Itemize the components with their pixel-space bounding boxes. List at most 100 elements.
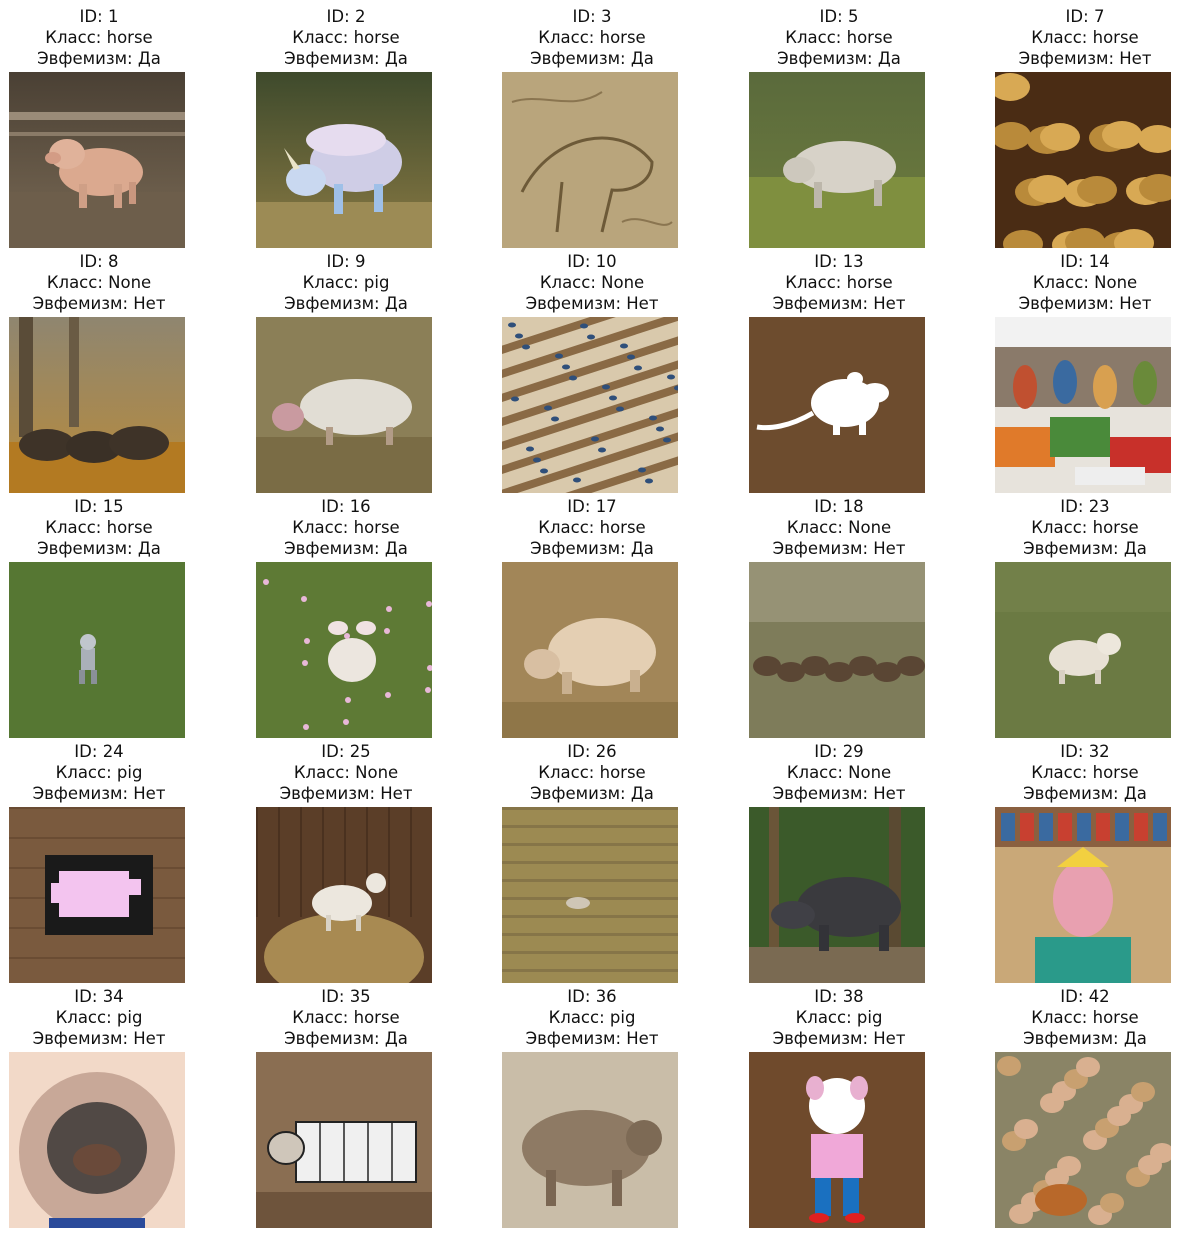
caption-id-value: 42 (1088, 987, 1110, 1006)
caption-euphemism: Эвфемизм: Нет (0, 293, 199, 314)
caption-id-value: 8 (107, 252, 119, 271)
caption-class-value: horse (846, 273, 893, 292)
caption-id: ID: 18 (739, 496, 939, 517)
caption-id: ID: 5 (739, 6, 939, 27)
caption-id-value: 24 (102, 742, 124, 761)
grid-cell: ID: 36 Класс: pig Эвфемизм: Нет (492, 986, 692, 1228)
caption-id-value: 16 (349, 497, 371, 516)
caption-id-value: 7 (1093, 7, 1105, 26)
caption-class-value: horse (1092, 518, 1139, 537)
caption-id-prefix: ID: (567, 987, 596, 1006)
grid-cell: ID: 35 Класс: horse Эвфемизм: Да (246, 986, 446, 1228)
caption-id: ID: 35 (246, 986, 446, 1007)
caption-class-prefix: Класс: (1031, 518, 1093, 537)
caption-euphemism: Эвфемизм: Да (246, 293, 446, 314)
caption-class: Класс: horse (739, 27, 939, 48)
cell-caption: ID: 10 Класс: None Эвфемизм: Нет (492, 251, 692, 317)
caption-class-prefix: Класс: (302, 273, 364, 292)
caption-class-prefix: Класс: (292, 1008, 354, 1027)
caption-euphemism: Эвфемизм: Нет (985, 293, 1181, 314)
caption-euphemism-value: Да (384, 294, 408, 313)
grid-cell: ID: 32 Класс: horse Эвфемизм: Да (985, 741, 1181, 983)
thumbnail-image (995, 562, 1171, 738)
caption-euphemism: Эвфемизм: Да (739, 48, 939, 69)
caption-class: Класс: None (246, 762, 446, 783)
caption-euphemism: Эвфемизм: Да (985, 1028, 1181, 1049)
caption-class-value: pig (116, 1008, 143, 1027)
caption-euphemism-prefix: Эвфемизм: (284, 49, 385, 68)
caption-id-value: 36 (595, 987, 617, 1006)
caption-id: ID: 32 (985, 741, 1181, 762)
caption-class-value: pig (856, 1008, 883, 1027)
caption-id-value: 5 (847, 7, 859, 26)
grid-cell: ID: 15 Класс: horse Эвфемизм: Да (0, 496, 199, 738)
caption-id-value: 2 (354, 7, 366, 26)
caption-class-prefix: Класс: (786, 518, 849, 537)
caption-euphemism-prefix: Эвфемизм: (525, 294, 627, 313)
caption-class-value: None (601, 273, 645, 292)
caption-class-prefix: Класс: (785, 273, 847, 292)
caption-euphemism-prefix: Эвфемизм: (777, 49, 878, 68)
grid-cell: ID: 26 Класс: horse Эвфемизм: Да (492, 741, 692, 983)
cell-caption: ID: 38 Класс: pig Эвфемизм: Нет (739, 986, 939, 1052)
caption-euphemism-value: Да (137, 49, 161, 68)
caption-class: Класс: pig (739, 1007, 939, 1028)
caption-class-value: horse (1092, 763, 1139, 782)
caption-id: ID: 36 (492, 986, 692, 1007)
caption-id-prefix: ID: (1060, 742, 1089, 761)
thumbnail-image (749, 562, 925, 738)
grid-cell: ID: 10 Класс: None Эвфемизм: Нет (492, 251, 692, 493)
cell-caption: ID: 23 Класс: horse Эвфемизм: Да (985, 496, 1181, 562)
caption-class-value: pig (363, 273, 390, 292)
caption-class-prefix: Класс: (1031, 763, 1093, 782)
caption-euphemism: Эвфемизм: Нет (0, 783, 199, 804)
caption-euphemism-value: Да (630, 49, 654, 68)
grid-cell: ID: 2 Класс: horse Эвфемизм: Да (246, 6, 446, 248)
thumbnail-image (502, 1052, 678, 1228)
caption-id-prefix: ID: (814, 742, 843, 761)
caption-euphemism: Эвфемизм: Да (0, 538, 199, 559)
caption-id: ID: 24 (0, 741, 199, 762)
caption-id-prefix: ID: (1060, 987, 1089, 1006)
caption-class: Класс: horse (0, 517, 199, 538)
caption-euphemism-value: Нет (626, 1029, 659, 1048)
caption-class-value: horse (1092, 28, 1139, 47)
cell-caption: ID: 26 Класс: horse Эвфемизм: Да (492, 741, 692, 807)
caption-id-value: 10 (595, 252, 617, 271)
caption-class-prefix: Класс: (795, 1008, 857, 1027)
cell-caption: ID: 14 Класс: None Эвфемизм: Нет (985, 251, 1181, 317)
cell-caption: ID: 34 Класс: pig Эвфемизм: Нет (0, 986, 199, 1052)
caption-id-value: 23 (1088, 497, 1110, 516)
caption-class-value: None (848, 518, 892, 537)
caption-euphemism-value: Нет (1119, 49, 1152, 68)
caption-class-prefix: Класс: (539, 273, 602, 292)
thumbnail-image (749, 807, 925, 983)
caption-euphemism-prefix: Эвфемизм: (772, 1029, 874, 1048)
caption-euphemism-prefix: Эвфемизм: (772, 784, 874, 803)
caption-id: ID: 17 (492, 496, 692, 517)
caption-class-value: None (355, 763, 399, 782)
caption-euphemism: Эвфемизм: Да (246, 538, 446, 559)
cell-caption: ID: 42 Класс: horse Эвфемизм: Да (985, 986, 1181, 1052)
cell-caption: ID: 2 Класс: horse Эвфемизм: Да (246, 6, 446, 72)
caption-class: Класс: pig (0, 762, 199, 783)
thumbnail-image (749, 317, 925, 493)
caption-id-prefix: ID: (74, 497, 103, 516)
caption-class-prefix: Класс: (45, 28, 107, 47)
cell-caption: ID: 7 Класс: horse Эвфемизм: Нет (985, 6, 1181, 72)
caption-euphemism-value: Да (1123, 1029, 1147, 1048)
caption-euphemism-prefix: Эвфемизм: (32, 784, 134, 803)
thumbnail-image (9, 562, 185, 738)
caption-euphemism: Эвфемизм: Да (492, 538, 692, 559)
caption-euphemism-prefix: Эвфемизм: (1018, 294, 1120, 313)
caption-id-value: 32 (1088, 742, 1110, 761)
caption-euphemism: Эвфемизм: Да (492, 48, 692, 69)
caption-euphemism: Эвфемизм: Да (492, 783, 692, 804)
caption-id: ID: 1 (0, 6, 199, 27)
caption-class-value: horse (106, 518, 153, 537)
caption-euphemism-value: Нет (133, 784, 166, 803)
caption-id: ID: 34 (0, 986, 199, 1007)
caption-euphemism-value: Да (877, 49, 901, 68)
grid-cell: ID: 1 Класс: horse Эвфемизм: Да (0, 6, 199, 248)
caption-id-prefix: ID: (567, 252, 596, 271)
